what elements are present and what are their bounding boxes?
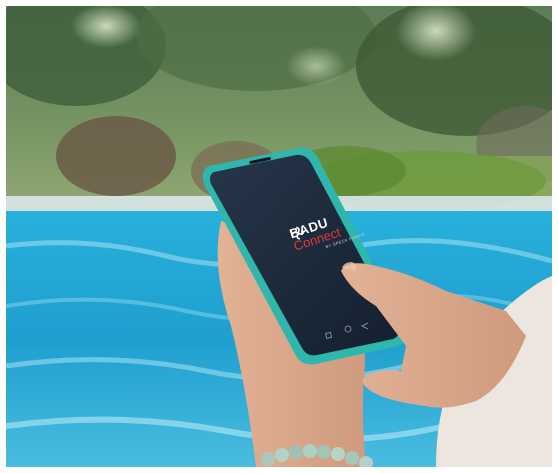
photo-scene xyxy=(6,6,552,467)
cabana-left xyxy=(56,116,176,196)
pool-photo: BADU Connect BY SPECK PUMPS xyxy=(6,6,552,467)
